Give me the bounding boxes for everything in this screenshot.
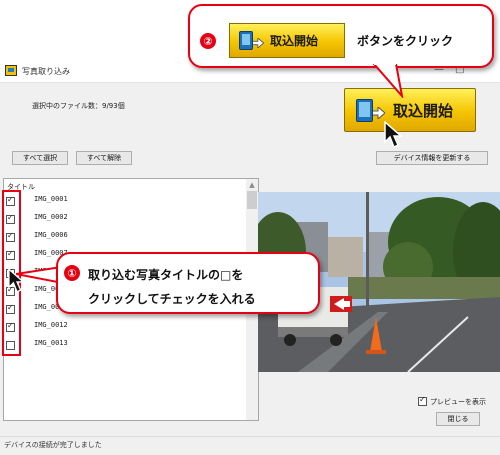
deselect-all-button[interactable]: すべて解除: [76, 151, 132, 165]
callout-import-label: 取込開始: [270, 34, 319, 48]
status-text: デバイスの接続が完了しました: [4, 441, 102, 449]
step2-number: ②: [200, 33, 216, 49]
window-title: 写真取り込み: [22, 67, 70, 76]
row-title: IMG_0006: [34, 231, 68, 239]
step2-instruction: ボタンをクリック: [357, 34, 454, 48]
list-item[interactable]: IMG_0002: [5, 211, 245, 227]
row-title: IMG_0012: [34, 321, 68, 329]
refresh-device-button[interactable]: デバイス情報を更新する: [376, 151, 488, 165]
tablet-icon: [239, 31, 253, 50]
selection-count: 選択中のファイル数：9/93個: [32, 102, 125, 110]
mouse-cursor-icon: [8, 268, 26, 293]
scroll-up-icon[interactable]: ▲: [246, 179, 258, 191]
row-title: IMG_0013: [34, 339, 68, 347]
step1-instruction-line2: クリックしてチェックを入れる: [88, 292, 256, 306]
step1-number: ①: [64, 265, 80, 281]
callout-step2-pointer: [372, 64, 404, 98]
import-start-label: 取込開始: [393, 101, 454, 120]
tablet-icon: [356, 98, 373, 122]
list-item[interactable]: IMG_0012: [5, 319, 245, 335]
list-item[interactable]: IMG_0006: [5, 229, 245, 245]
list-item[interactable]: IMG_0013: [5, 337, 245, 353]
close-button[interactable]: 閉じる: [436, 412, 480, 426]
mouse-cursor-icon: [384, 121, 403, 149]
callout-import-button-image: 取込開始: [229, 23, 345, 58]
row-title: IMG_0001: [34, 195, 68, 203]
select-all-button[interactable]: すべて選択: [12, 151, 68, 165]
import-start-button[interactable]: 取込開始: [344, 88, 476, 132]
list-item[interactable]: IMG_0001: [5, 193, 245, 209]
step1-instruction-line1: 取り込む写真タイトルの□を: [88, 268, 244, 282]
scroll-thumb[interactable]: [247, 191, 257, 209]
app-icon: [5, 65, 17, 76]
preview-checkbox-label: プレビューを表示: [430, 398, 486, 406]
preview-checkbox[interactable]: ✓: [418, 395, 427, 406]
row-title: IMG_0002: [34, 213, 68, 221]
